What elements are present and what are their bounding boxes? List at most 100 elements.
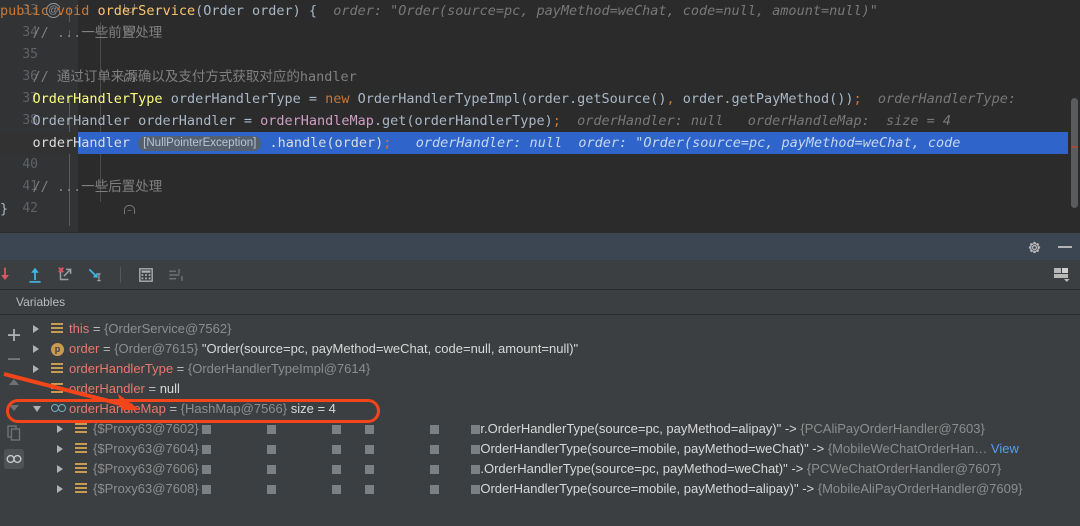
code-token: , [666, 91, 675, 107]
line-number: 35 [22, 47, 38, 62]
layout-settings-icon[interactable] [1052, 266, 1072, 284]
move-up-button[interactable] [4, 373, 24, 393]
code-token: OrderHandlerType [32, 91, 163, 107]
variable-equals: = [99, 341, 115, 356]
code-editor[interactable]: 33@343536373839404142 −−−− public void o… [0, 0, 1080, 232]
code-token: ) { [292, 3, 318, 19]
variable-text: this = {OrderService@7562} [69, 319, 231, 339]
chevron-right-icon[interactable] [57, 444, 63, 453]
code-token: OrderHandler orderHandler = [0, 113, 261, 129]
code-token: .handle(order) [261, 135, 384, 151]
variable-name: orderHandleMap [69, 401, 166, 416]
variable-equals: = [89, 321, 105, 336]
move-down-button[interactable] [4, 397, 24, 417]
field-icon [51, 363, 63, 375]
redaction-block [202, 465, 212, 475]
code-line[interactable]: public void orderService(Order order) { … [0, 0, 878, 22]
variables-tab-label: Variables [16, 295, 66, 309]
line-number: 40 [22, 157, 38, 172]
step-out-button[interactable] [26, 266, 44, 284]
variable-type: {Order@7615} [114, 341, 199, 356]
step-over-button[interactable] [0, 266, 14, 284]
editor-error-marker[interactable] [1071, 146, 1078, 148]
variable-name: orderHandlerType [69, 361, 174, 376]
code-token: order: "Order(source=pc, payMethod=weCha… [317, 3, 878, 19]
variable-equals: = [165, 401, 181, 416]
redaction-block [365, 425, 375, 435]
code-fold-icon[interactable]: − [124, 205, 135, 215]
code-token: orderHandler: null orderHandleMap: size … [560, 113, 951, 129]
code-token: } [0, 201, 9, 217]
variable-equals: = [144, 381, 160, 396]
variable-name: orderHandler [69, 381, 145, 396]
redaction-block [332, 465, 342, 475]
map-entry-value-type: {MobileWeChatOrderHan… [827, 441, 988, 456]
gear-icon[interactable] [1027, 240, 1042, 255]
editor-scrollbar[interactable] [1071, 98, 1078, 208]
variable-text: orderHandlerType = {OrderHandlerTypeImpl… [69, 359, 370, 379]
remove-watch-button[interactable] [4, 349, 24, 369]
map-entry-key-type: {$Proxy63@7606} [93, 461, 199, 476]
code-token: // ...一些前置处理 [0, 25, 163, 41]
field-icon [75, 483, 87, 495]
code-line[interactable]: // ...一些前置处理 [0, 22, 163, 44]
chevron-right-icon[interactable] [57, 464, 63, 473]
redaction-block [471, 425, 481, 435]
chevron-right-icon[interactable] [33, 324, 39, 333]
redaction-block [365, 445, 375, 455]
watches-glasses-icon[interactable] [4, 449, 24, 469]
chevron-right-icon[interactable] [57, 484, 63, 493]
map-entry-key-type: {$Proxy63@7608} [93, 481, 199, 496]
redaction-block [430, 465, 440, 475]
code-line[interactable]: // ...一些后置处理 [0, 176, 163, 198]
variable-text: orderHandleMap = {HashMap@7566} size = 4 [69, 399, 336, 419]
chevron-right-icon[interactable] [57, 424, 63, 433]
field-icon [75, 463, 87, 475]
variable-text: {$Proxy63@7602} r.OrderHandlerType(sourc… [93, 419, 985, 439]
variable-name: order [69, 341, 100, 356]
code-line[interactable]: // 通过订单来源确以及支付方式获取对应的handler [0, 66, 357, 88]
evaluate-expression-button[interactable] [137, 266, 155, 284]
redaction-block [332, 425, 342, 435]
map-entry-key: r.OrderHandlerType(source=pc, payMethod=… [480, 421, 801, 436]
watches-glasses-icon [51, 404, 66, 413]
chevron-right-icon[interactable] [33, 344, 39, 353]
code-token: void [56, 3, 98, 19]
variable-text: {$Proxy63@7608} OrderHandlerType(source=… [93, 479, 1022, 499]
run-to-cursor-button[interactable] [86, 266, 104, 284]
code-line[interactable]: orderHandler [NullPointerException] .han… [0, 132, 960, 154]
redaction-block [471, 445, 481, 455]
variable-name: this [69, 321, 90, 336]
code-line[interactable]: } [0, 198, 8, 220]
map-entry-key: OrderHandlerType(source=mobile, payMetho… [480, 481, 818, 496]
minimize-icon[interactable] [1058, 246, 1072, 248]
redaction-block [332, 445, 342, 455]
code-token: orderHandlerType = [162, 91, 326, 107]
code-token: order.getPayMethod()) [674, 91, 854, 107]
variables-tree[interactable]: this = {OrderService@7562} p order = {Ord… [27, 315, 1080, 526]
chevron-down-icon[interactable] [33, 406, 41, 412]
variable-type: {OrderHandlerTypeImpl@7614} [187, 361, 371, 376]
view-link: View [990, 441, 1019, 456]
variables-tab-header[interactable]: Variables [0, 291, 1080, 315]
code-token: // 通过订单来源确以及支付方式获取对应的handler [0, 69, 357, 85]
redaction-block [202, 425, 212, 435]
field-icon [51, 383, 63, 395]
map-entry-value-type: {PCWeChatOrderHandler@7607} [806, 461, 1002, 476]
variable-value: null [159, 381, 180, 396]
toolbar-separator [120, 267, 121, 283]
code-line[interactable]: OrderHandlerType orderHandlerType = new … [0, 88, 1024, 110]
redaction-block [202, 485, 212, 495]
ide-debugger-window: 33@343536373839404142 −−−− public void o… [0, 0, 1080, 526]
chevron-right-icon[interactable] [33, 364, 39, 373]
force-step-into-button[interactable] [56, 266, 74, 284]
map-entry-key: .OrderHandlerType(source=pc, payMethod=w… [480, 461, 807, 476]
debug-panel-header [0, 232, 1080, 260]
add-watch-button[interactable] [4, 325, 24, 345]
redaction-block [430, 485, 440, 495]
code-token: ; [853, 91, 862, 107]
code-line[interactable]: OrderHandler orderHandler = orderHandleM… [0, 110, 951, 132]
variable-text: order = {Order@7615} "Order(source=pc, p… [69, 339, 578, 359]
copy-icon[interactable] [4, 423, 24, 443]
list-settings-button[interactable] [167, 266, 185, 284]
